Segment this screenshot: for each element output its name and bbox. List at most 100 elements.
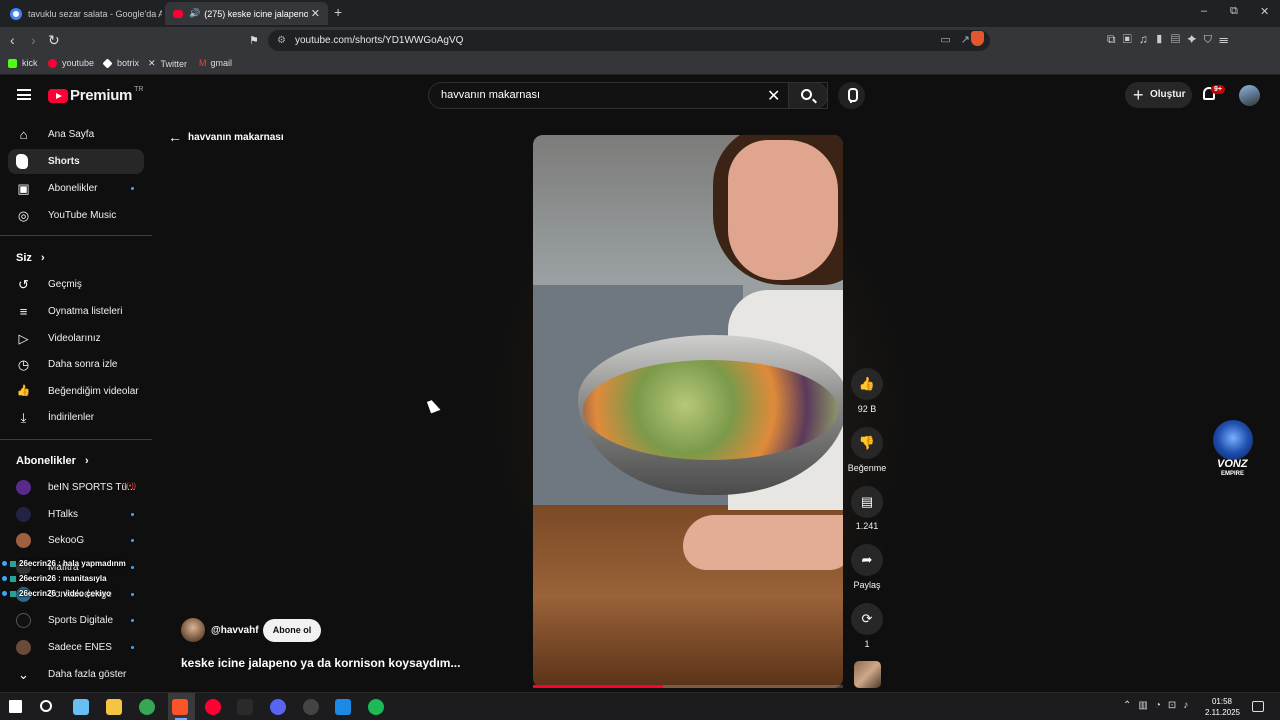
subscription-item[interactable]: SekooG	[8, 528, 144, 553]
sidebar-item-label: YouTube Music	[48, 210, 117, 221]
bookmark-youtube[interactable]: youtube	[48, 58, 94, 68]
menu-icon[interactable]	[17, 89, 31, 100]
subscription-item[interactable]: Sadece ENES	[8, 635, 144, 660]
subscription-item[interactable]: HTalks	[8, 502, 144, 527]
video-progress-bar[interactable]	[533, 685, 843, 688]
bookmark-twitter[interactable]: ✕ Twitter	[148, 58, 187, 69]
steam-icon[interactable]	[73, 699, 89, 715]
watch-later-icon: ◷	[17, 357, 30, 372]
app-icon[interactable]	[335, 699, 351, 715]
remix-button[interactable]: ⟳	[851, 603, 883, 635]
youtube-premium-logo[interactable]: Premium TR	[48, 86, 143, 104]
channel-handle[interactable]: @havvahf	[211, 625, 259, 636]
chevron-right-icon: ›	[40, 252, 45, 264]
channel-avatar	[16, 533, 31, 548]
sidebar-item-youtube-music[interactable]: ◎ YouTube Music	[8, 203, 144, 228]
youtube-music-icon[interactable]	[205, 699, 221, 715]
restore-button[interactable]: ⧉	[1230, 5, 1238, 18]
section-subscriptions[interactable]: Abonelikler ›	[16, 455, 89, 467]
back-to-search-button[interactable]: ← havvanın makarnası	[168, 129, 284, 145]
voice-search-icon[interactable]	[838, 82, 865, 109]
share-button[interactable]: ➦	[851, 544, 883, 576]
sidebar-item-watch-later[interactable]: ◷ Daha sonra izle	[8, 352, 144, 377]
bookmark-label: youtube	[62, 58, 95, 68]
sidebar-item-downloads[interactable]: ⤓ İndirilenler	[8, 405, 144, 430]
system-tray[interactable]: ⌃▥◔⊡♪	[1123, 700, 1195, 711]
watermark-text: EMPIRE	[1221, 471, 1245, 477]
clear-search-icon[interactable]: ✕	[767, 86, 780, 106]
close-window-button[interactable]: ✕	[1260, 5, 1269, 18]
watermark-text: VONZ	[1217, 458, 1248, 470]
like-button[interactable]: 👍	[851, 368, 883, 400]
chrome-icon[interactable]	[139, 699, 155, 715]
badge-icon	[2, 561, 7, 566]
avatar[interactable]	[1239, 85, 1260, 106]
logo-text: Premium	[70, 87, 133, 104]
sidebar-item-label: Daha sonra izle	[48, 359, 118, 370]
speaker-icon[interactable]: 🔊	[189, 8, 200, 19]
subscription-item[interactable]: Sports Digitale	[8, 608, 144, 633]
sidebar-item-subscriptions[interactable]: ▣ Abonelikler	[8, 176, 144, 201]
terminal-icon[interactable]	[237, 699, 253, 715]
discord-icon[interactable]	[270, 699, 286, 715]
tab-title: tavuklu sezar salata - Google'da Ara	[28, 8, 162, 19]
create-button[interactable]: + Oluştur	[1125, 82, 1192, 108]
plus-icon[interactable]: +	[334, 4, 342, 20]
chat-text: 26ecrin26 : video çekiyo	[19, 589, 112, 598]
watermark-logo-icon	[1213, 420, 1253, 460]
site-info-icon[interactable]: ⚙	[277, 30, 286, 51]
tab-google-search[interactable]: tavuklu sezar salata - Google'da Ara	[2, 2, 162, 25]
like-icon: 👍	[858, 376, 876, 391]
search-icon[interactable]	[40, 700, 52, 712]
forward-icon[interactable]: ›	[31, 32, 36, 48]
sidebar-item-your-videos[interactable]: ▷ Videolarınız	[8, 326, 144, 351]
subscribe-button[interactable]: Abone ol	[263, 619, 321, 642]
sidebar-item-liked-videos[interactable]: 👍 Beğendiğim videolar	[8, 379, 144, 404]
sidebar-item-shorts[interactable]: Shorts	[8, 149, 144, 174]
history-icon: ↺	[18, 277, 29, 292]
bookmark-icon[interactable]: ⚑	[249, 34, 259, 47]
comments-button[interactable]: ▤	[851, 486, 883, 518]
playlists-icon: ≡	[19, 304, 28, 319]
chevron-right-icon: ›	[84, 455, 89, 467]
sidebar-item-playlists[interactable]: ≡ Oynatma listeleri	[8, 299, 144, 324]
section-you[interactable]: Siz ›	[16, 252, 45, 264]
address-bar[interactable]: ⚙ youtube.com/shorts/YD1WWGoAgVQ ▭↗	[268, 30, 990, 51]
bookmark-gmail[interactable]: M gmail	[199, 58, 232, 68]
channel-avatar	[16, 640, 31, 655]
extension-icons[interactable]: ⧉▣♫▮▤✦⛉☰	[1107, 32, 1235, 47]
sidebar-item-history[interactable]: ↺ Geçmiş	[8, 272, 144, 297]
clock[interactable]: 01:58 2.11.2025	[1205, 696, 1240, 718]
sound-thumbnail[interactable]	[854, 661, 881, 688]
minimize-button[interactable]: –	[1201, 5, 1207, 17]
close-tab-icon[interactable]: ✕	[311, 7, 320, 20]
arrow-left-icon: ←	[168, 129, 182, 145]
share-icon: ➦	[861, 552, 873, 567]
tab-youtube-shorts[interactable]: 🔊 (275) keske icine jalapeno ya da korni…	[165, 2, 328, 25]
youtube-logo-icon	[48, 88, 68, 103]
bookmark-botrix[interactable]: botrix	[102, 57, 139, 69]
shorts-video-player[interactable]	[533, 135, 843, 688]
spotify-icon[interactable]	[368, 699, 384, 715]
video-title[interactable]: keske icine jalapeno ya da kornison koys…	[181, 656, 460, 670]
brave-shield-icon[interactable]	[971, 31, 984, 46]
show-more-button[interactable]: ⌄ Daha fazla göster	[8, 662, 144, 687]
channel-info[interactable]: @havvahf	[181, 618, 259, 642]
search-button[interactable]	[788, 82, 828, 109]
subscription-item[interactable]: beIN SPORTS Tü... ((•))	[8, 475, 144, 500]
obs-icon[interactable]	[303, 699, 319, 715]
sidebar-item-label: Abonelikler	[48, 183, 98, 194]
bookmark-kick[interactable]: kick	[8, 58, 38, 68]
taskbar: ⌃▥◔⊡♪ 01:58 2.11.2025	[0, 692, 1280, 720]
start-icon[interactable]	[9, 700, 22, 713]
bookmark-label: kick	[22, 58, 38, 68]
files-icon[interactable]	[106, 699, 122, 715]
notification-center-icon[interactable]	[1252, 701, 1264, 712]
channel-avatar[interactable]	[181, 618, 205, 642]
back-icon[interactable]: ‹	[10, 32, 15, 48]
dislike-button[interactable]: 👎	[851, 427, 883, 459]
reload-icon[interactable]: ↻	[48, 32, 60, 49]
sidebar-item-home[interactable]: ⌂ Ana Sayfa	[8, 122, 144, 147]
brave-icon[interactable]	[172, 699, 188, 715]
google-icon	[10, 7, 22, 20]
